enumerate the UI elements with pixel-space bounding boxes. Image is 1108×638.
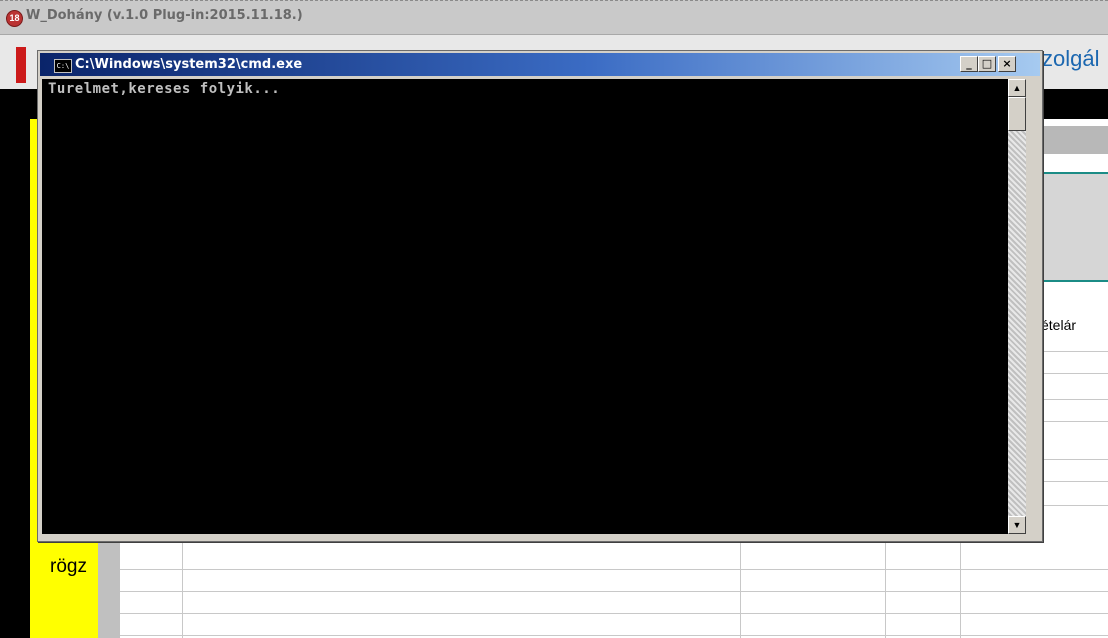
cmd-titlebar[interactable]: C:\ C:\Windows\system32\cmd.exe _ □ ×	[40, 53, 1040, 76]
red-toolbar-button[interactable]	[16, 47, 26, 83]
app-icon: 18	[6, 10, 23, 27]
cmd-window-title: C:\Windows\system32\cmd.exe	[75, 57, 303, 72]
cmd-icon[interactable]: C:\	[54, 59, 72, 73]
black-frame-left	[0, 89, 30, 638]
background-titlebar: 18 W_Dohány (v.1.0 Plug-in:2015.11.18.)	[0, 0, 1108, 35]
console-output-line: Turelmet,kereses folyik...	[48, 81, 281, 97]
right-panel-body	[1042, 174, 1108, 280]
background-window-title: W_Dohány (v.1.0 Plug-in:2015.11.18.)	[26, 8, 303, 23]
close-button[interactable]: ×	[998, 56, 1016, 72]
right-panel-header	[1042, 126, 1108, 154]
scroll-down-icon[interactable]: ▼	[1008, 516, 1026, 534]
scroll-up-icon[interactable]: ▲	[1008, 79, 1026, 97]
console-output-area[interactable]: Turelmet,kereses folyik...	[42, 79, 1008, 534]
toolbar-menu-label[interactable]: zolgál	[1042, 46, 1099, 72]
yellow-panel-label[interactable]: rögz	[50, 556, 87, 578]
scroll-thumb[interactable]	[1008, 97, 1026, 131]
teal-divider	[1042, 172, 1108, 174]
teal-divider	[1042, 280, 1108, 282]
vertical-scrollbar[interactable]: ▲ ▼	[1008, 79, 1026, 534]
minimize-button[interactable]: _	[960, 56, 978, 72]
maximize-button[interactable]: □	[978, 56, 996, 72]
cmd-window[interactable]: C:\ C:\Windows\system32\cmd.exe _ □ × Tu…	[37, 50, 1043, 542]
column-header-price[interactable]: ételár	[1041, 317, 1076, 333]
